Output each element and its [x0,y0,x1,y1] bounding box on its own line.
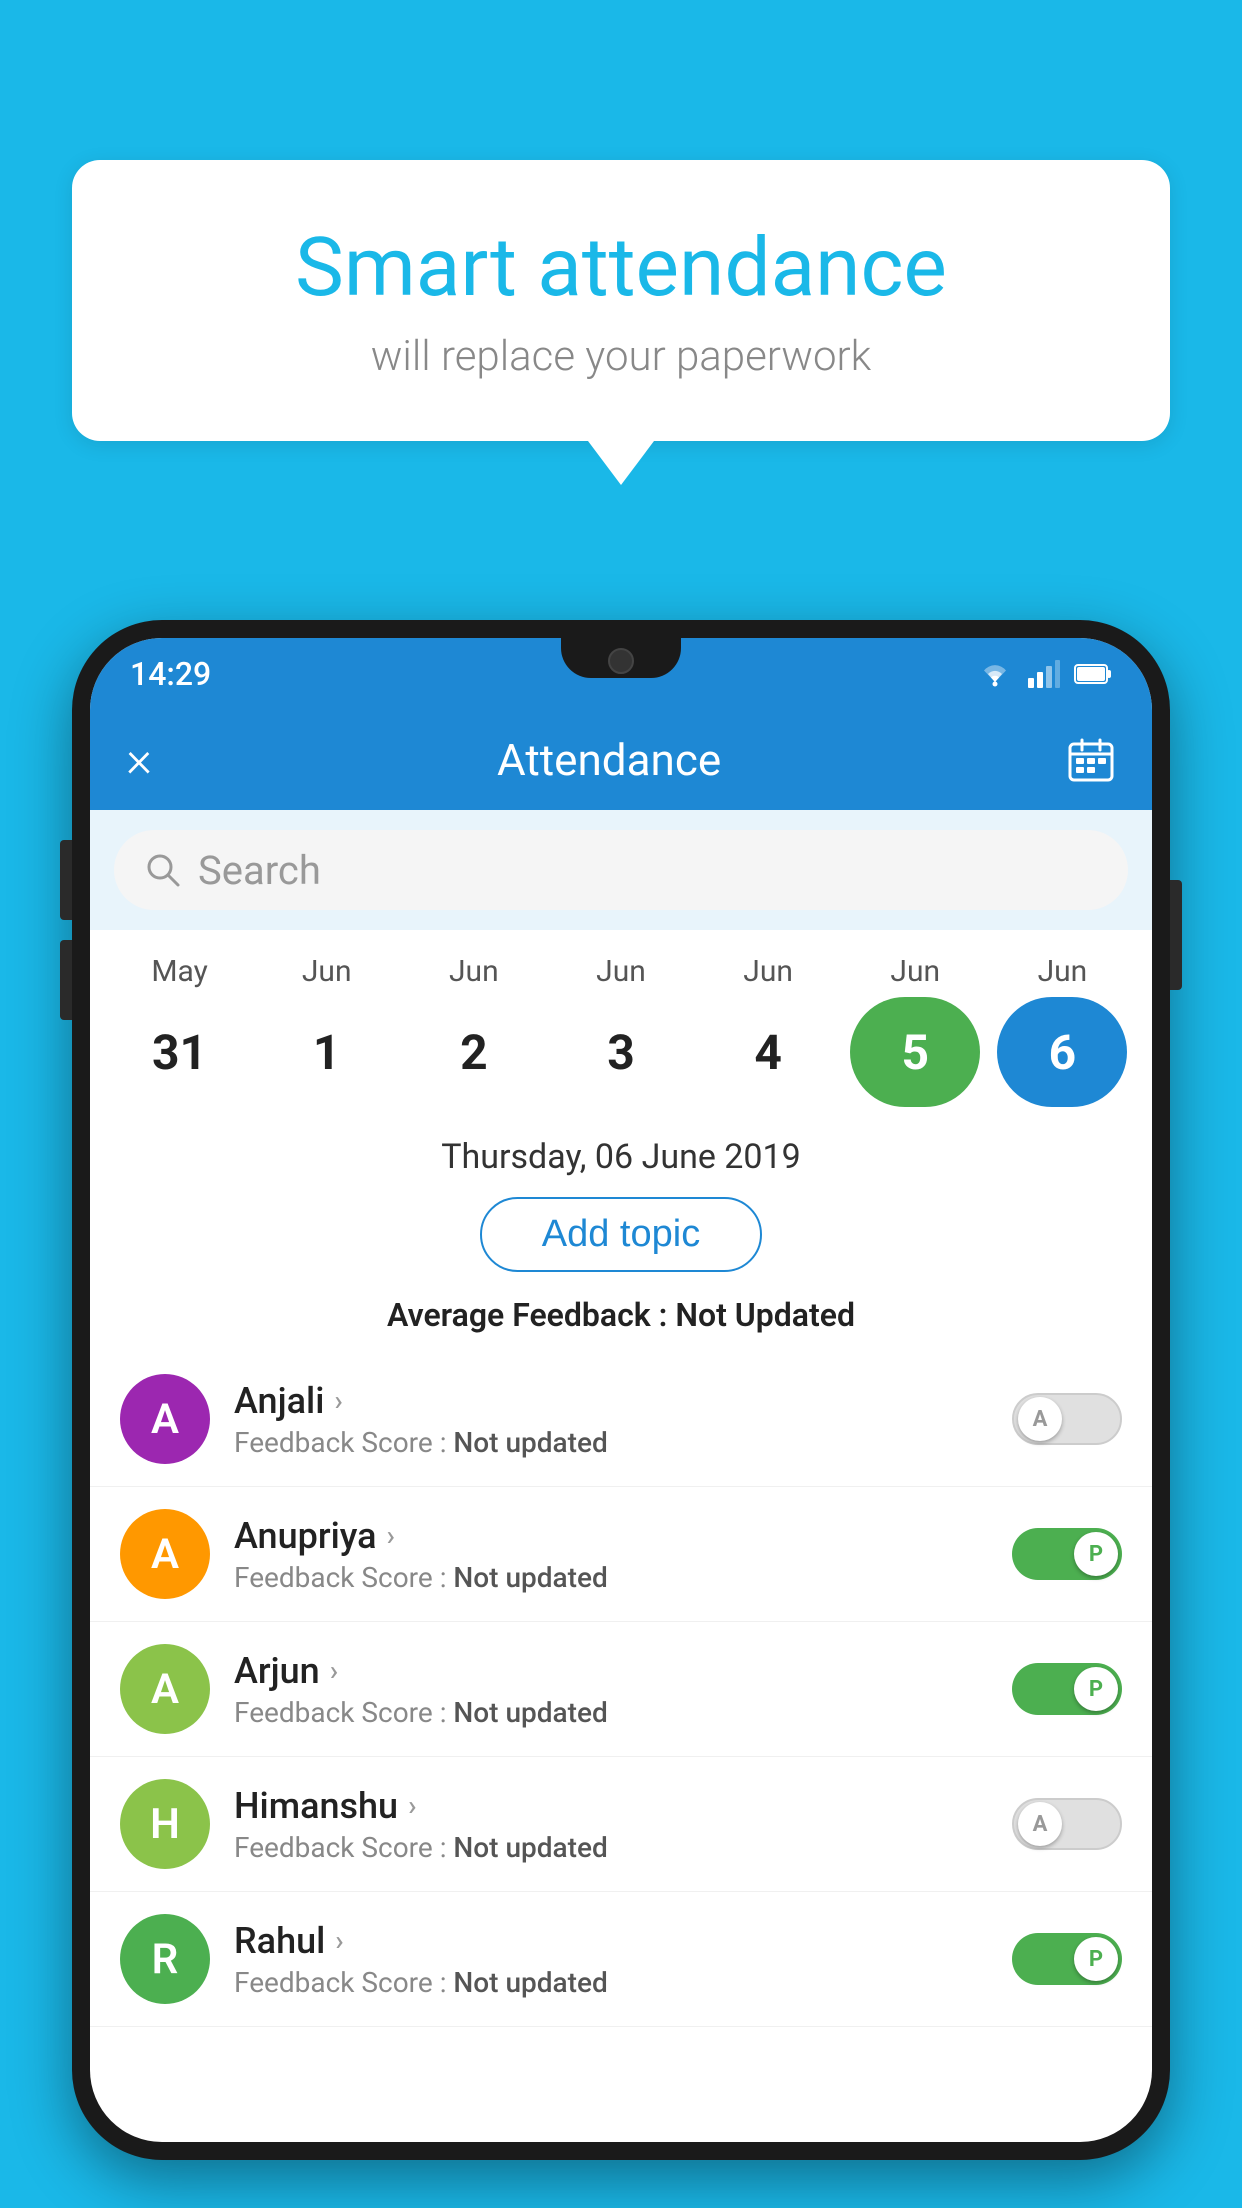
speech-bubble: Smart attendance will replace your paper… [72,160,1170,441]
student-name-3: Himanshu› [234,1785,988,1827]
student-info-2: Arjun› Feedback Score : Not updated [234,1650,988,1729]
student-info-3: Himanshu› Feedback Score : Not updated [234,1785,988,1864]
calendar-date-31[interactable]: 31 [115,997,245,1107]
student-row-3[interactable]: H Himanshu› Feedback Score : Not updated A [90,1757,1152,1892]
toggle-container-3[interactable]: A [1012,1798,1122,1850]
battery-icon [1074,663,1112,685]
toggle-knob-4: P [1074,1937,1118,1981]
status-icons [976,660,1112,688]
phone-screen: 14:29 [90,638,1152,2142]
toggle-knob-1: P [1074,1532,1118,1576]
student-name-2: Arjun› [234,1650,988,1692]
attendance-toggle-4[interactable]: P [1012,1933,1122,1985]
signal-icon [1028,660,1060,688]
search-bar[interactable]: Search [114,830,1128,910]
chevron-icon: › [334,1384,342,1417]
calendar-month-0: May [110,954,250,989]
chevron-icon: › [387,1519,395,1552]
chevron-icon: › [408,1789,416,1822]
calendar-months: MayJunJunJunJunJunJun [106,954,1136,989]
calendar-icon[interactable] [1066,736,1116,784]
calendar-date-1[interactable]: 1 [262,997,392,1107]
search-icon [144,851,182,889]
student-row-0[interactable]: A Anjali› Feedback Score : Not updated A [90,1352,1152,1487]
status-time: 14:29 [130,655,211,693]
avg-feedback: Average Feedback : Not Updated [90,1288,1152,1352]
phone-power-button [1170,880,1182,990]
calendar-date-2[interactable]: 2 [409,997,539,1107]
toggle-knob-3: A [1018,1802,1062,1846]
calendar-dates[interactable]: 31123456 [106,997,1136,1107]
student-feedback-0: Feedback Score : Not updated [234,1426,988,1459]
toggle-container-1[interactable]: P [1012,1528,1122,1580]
student-info-0: Anjali› Feedback Score : Not updated [234,1380,988,1459]
students-list: AAnjali›Feedback Score : Not updatedAAAn… [90,1352,1152,2027]
calendar-date-6[interactable]: 6 [997,997,1127,1107]
calendar-month-5: Jun [845,954,985,989]
search-container: Search [90,810,1152,930]
student-avatar-4: R [120,1914,210,2004]
student-name-4: Rahul› [234,1920,988,1962]
chevron-icon: › [330,1654,338,1687]
student-row-4[interactable]: R Rahul› Feedback Score : Not updated P [90,1892,1152,2027]
phone-camera [608,648,634,674]
chevron-icon: › [335,1924,343,1957]
calendar-month-3: Jun [551,954,691,989]
student-info-1: Anupriya› Feedback Score : Not updated [234,1515,988,1594]
student-avatar-1: A [120,1509,210,1599]
calendar-month-1: Jun [257,954,397,989]
phone-outer: 14:29 [72,620,1170,2160]
add-topic-container: Add topic [90,1187,1152,1288]
student-avatar-2: A [120,1644,210,1734]
student-feedback-3: Feedback Score : Not updated [234,1831,988,1864]
calendar-month-2: Jun [404,954,544,989]
wifi-icon [976,660,1014,688]
phone-vol-up-button [60,840,72,920]
attendance-toggle-1[interactable]: P [1012,1528,1122,1580]
selected-date-heading: Thursday, 06 June 2019 [90,1117,1152,1187]
attendance-toggle-2[interactable]: P [1012,1663,1122,1715]
calendar-date-4[interactable]: 4 [703,997,833,1107]
toggle-container-4[interactable]: P [1012,1933,1122,1985]
toggle-container-0[interactable]: A [1012,1393,1122,1445]
calendar-date-5[interactable]: 5 [850,997,980,1107]
student-feedback-2: Feedback Score : Not updated [234,1696,988,1729]
student-feedback-4: Feedback Score : Not updated [234,1966,988,1999]
student-avatar-3: H [120,1779,210,1869]
toggle-knob-0: A [1018,1397,1062,1441]
student-feedback-1: Feedback Score : Not updated [234,1561,988,1594]
student-row-1[interactable]: A Anupriya› Feedback Score : Not updated P [90,1487,1152,1622]
attendance-toggle-0[interactable]: A [1012,1393,1122,1445]
speech-bubble-subtitle: will replace your paperwork [122,332,1120,381]
student-info-4: Rahul› Feedback Score : Not updated [234,1920,988,1999]
calendar-section: MayJunJunJunJunJunJun 31123456 [90,930,1152,1117]
phone-vol-down-button [60,940,72,1020]
student-name-1: Anupriya› [234,1515,988,1557]
avg-feedback-value: Not Updated [675,1296,855,1334]
attendance-toggle-3[interactable]: A [1012,1798,1122,1850]
speech-bubble-container: Smart attendance will replace your paper… [72,160,1170,441]
app-header: × Attendance [90,710,1152,810]
search-placeholder: Search [198,847,321,894]
header-title: Attendance [497,734,721,786]
student-name-0: Anjali› [234,1380,988,1422]
toggle-container-2[interactable]: P [1012,1663,1122,1715]
calendar-date-3[interactable]: 3 [556,997,686,1107]
add-topic-button[interactable]: Add topic [480,1197,762,1272]
toggle-knob-2: P [1074,1667,1118,1711]
avg-feedback-label: Average Feedback : [387,1296,675,1334]
student-avatar-0: A [120,1374,210,1464]
close-button[interactable]: × [126,731,152,789]
student-row-2[interactable]: A Arjun› Feedback Score : Not updated P [90,1622,1152,1757]
calendar-month-6: Jun [992,954,1132,989]
calendar-month-4: Jun [698,954,838,989]
speech-bubble-title: Smart attendance [122,220,1120,316]
phone-frame: 14:29 [72,620,1170,2208]
